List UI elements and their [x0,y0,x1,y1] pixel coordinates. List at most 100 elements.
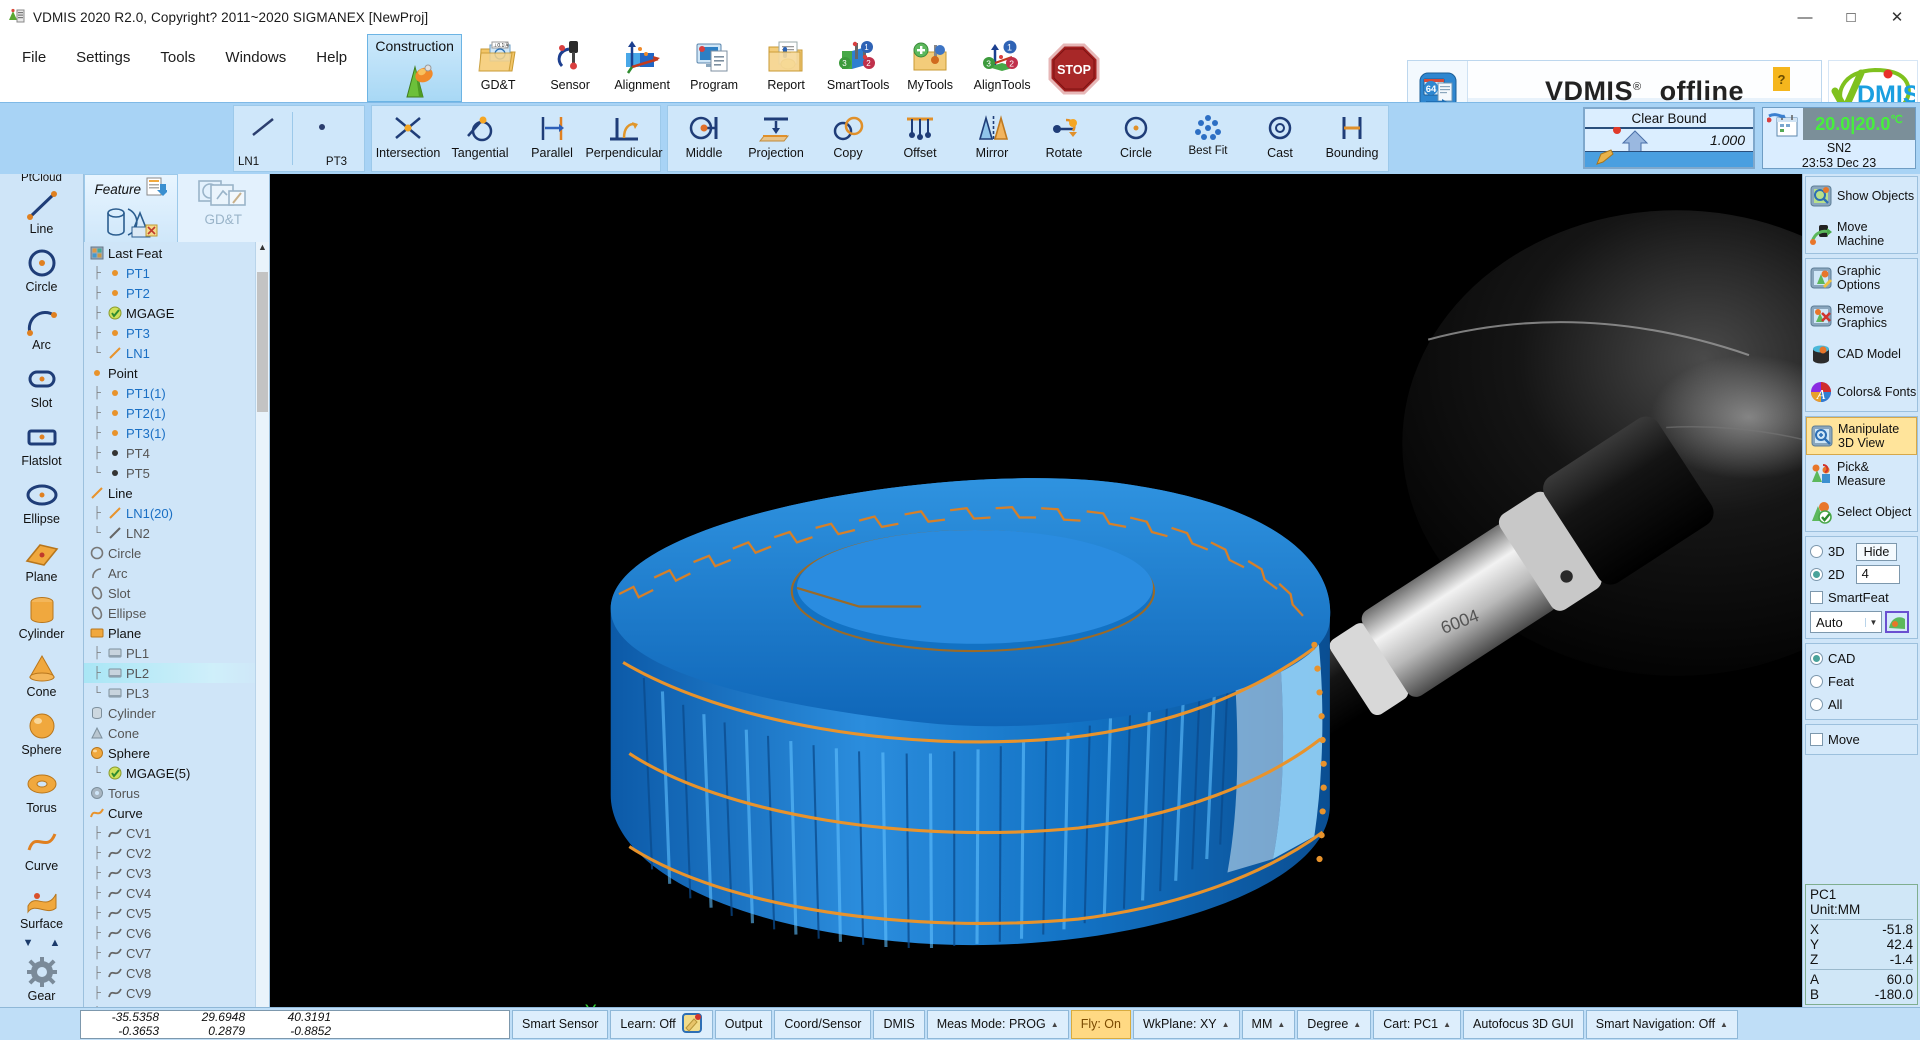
tool-rotate[interactable]: Rotate [1028,106,1100,171]
statusbar-item[interactable]: WkPlane: XY ▲ [1132,1009,1240,1039]
tree-node[interactable]: ├ CV6 [84,923,269,943]
tree-node[interactable]: ├ PT1(1) [84,383,269,403]
graphic-options-button[interactable]: Graphic Options [1806,259,1917,297]
statusbar-item[interactable]: Smart Sensor [512,1009,609,1039]
ribbon-mytools[interactable]: MyTools [894,34,966,102]
strip-scroll-up[interactable]: ▲ [50,937,61,949]
mode-2d-radio[interactable] [1810,568,1823,581]
tree-node[interactable]: Curve [84,803,269,823]
caret-up-icon[interactable]: ▲ [1051,1020,1059,1029]
menu-windows[interactable]: Windows [213,45,298,70]
ribbon-aligntools[interactable]: 1 2 3 AlignTools [966,34,1038,102]
viewport-3d[interactable]: 6004 [270,174,1802,1007]
filter-cad-radio[interactable] [1810,652,1823,665]
tree-node[interactable]: Arc [84,563,269,583]
strip-arc[interactable]: Arc [0,299,83,357]
statusbar-item[interactable]: Smart Navigation: Off ▲ [1585,1009,1738,1039]
tree-node[interactable]: Slot [84,583,269,603]
clear-bound-slider[interactable] [1585,149,1753,167]
strip-curve[interactable]: Curve [0,819,83,877]
statusbar-item[interactable]: Meas Mode: PROG ▲ [926,1009,1069,1039]
tree-node[interactable]: Ellipse [84,603,269,623]
tree-scroll-up-arrow[interactable]: ▲ [256,242,269,256]
tree-node[interactable]: ├CV10 [84,1003,269,1008]
caret-up-icon[interactable]: ▲ [1443,1020,1451,1029]
preview-point-slot[interactable]: PT3 [293,106,351,171]
tree-node[interactable]: └ LN1 [84,343,269,363]
smartfeat-checkbox[interactable] [1810,591,1823,604]
statusbar-item[interactable]: Degree ▲ [1297,1009,1372,1039]
pick-arrow-icon[interactable] [1885,611,1909,633]
tab-gdt[interactable]: GD&T [177,174,269,242]
tree-node[interactable]: ├ LN1(20) [84,503,269,523]
move-checkbox[interactable] [1810,733,1823,746]
move-machine-button[interactable]: Move Machine [1806,215,1917,253]
tree-node[interactable]: Torus [84,783,269,803]
tool-perpendicular[interactable]: Perpendicular [585,106,663,171]
clear-bound-widget[interactable]: Clear Bound 1.000 [1583,107,1755,169]
pick-measure-button[interactable]: Pick& Measure [1806,455,1917,493]
maximize-button[interactable]: □ [1828,0,1874,34]
move-row[interactable]: Move [1810,728,1913,751]
tree-node[interactable]: ├ CV2 [84,843,269,863]
statusbar-item[interactable]: Fly: On [1070,1009,1131,1039]
preview-line-slot[interactable]: LN1 [234,106,292,171]
statusbar-item[interactable]: MM ▲ [1241,1009,1296,1039]
strip-torus[interactable]: Torus [0,762,83,820]
cad-model-button[interactable]: CAD Model [1806,335,1917,373]
strip-slot[interactable]: Slot [0,357,83,415]
tree-node[interactable]: ├ CV5 [84,903,269,923]
tool-mirror[interactable]: Mirror [956,106,1028,171]
statusbar-item[interactable]: Autofocus 3D GUI [1463,1009,1584,1039]
tree-node[interactable]: ├ PT2(1) [84,403,269,423]
caret-up-icon[interactable]: ▲ [1353,1020,1361,1029]
mode-3d-radio[interactable] [1810,545,1823,558]
tree-node[interactable]: Plane [84,623,269,643]
ribbon-smarttools[interactable]: 1 2 3 SmartTools [822,34,894,102]
remove-graphics-button[interactable]: Remove Graphics [1806,297,1917,335]
tool-bestfit[interactable]: Best Fit [1172,106,1244,171]
tree-node[interactable]: ├ CV7 [84,943,269,963]
menu-settings[interactable]: Settings [64,45,142,70]
tree-scrollbar[interactable]: ▲ [255,242,269,1007]
tool-circle[interactable]: Circle [1100,106,1172,171]
manipulate-3d-view-button[interactable]: Manipulate 3D View [1806,417,1917,455]
filter-cad-row[interactable]: CAD [1810,647,1913,670]
tree-node[interactable]: ├ CV3 [84,863,269,883]
colors-fonts-button[interactable]: A Colors& Fonts [1806,373,1917,411]
minimize-button[interactable]: — [1782,0,1828,34]
tree-node[interactable]: ├ MGAGE [84,303,269,323]
tree-node[interactable]: Circle [84,543,269,563]
tree-node[interactable]: ├ PT4 [84,443,269,463]
tree-node[interactable]: ├ CV9 [84,983,269,1003]
statusbar-item[interactable]: Output [714,1009,773,1039]
close-button[interactable]: ✕ [1874,0,1920,34]
strip-flatslot[interactable]: Flatslot [0,414,83,472]
tool-bounding[interactable]: Bounding [1316,106,1388,171]
tree-node[interactable]: └ MGAGE(5) [84,763,269,783]
tab-feature[interactable]: Feature [84,174,178,242]
ribbon-program[interactable]: Program [678,34,750,102]
tool-tangential[interactable]: Tangential [444,106,516,171]
tree-node[interactable]: Cone [84,723,269,743]
caret-up-icon[interactable]: ▲ [1222,1020,1230,1029]
menu-tools[interactable]: Tools [148,45,207,70]
ribbon-sensor[interactable]: Sensor [534,34,606,102]
tool-middle[interactable]: Middle [668,106,740,171]
tree-node[interactable]: Cylinder [84,703,269,723]
tree-node[interactable]: ├ CV8 [84,963,269,983]
tree-node[interactable]: Sphere [84,743,269,763]
tool-offset[interactable]: Offset [884,106,956,171]
ribbon-report[interactable]: Report [750,34,822,102]
ribbon-construction[interactable]: Construction [367,34,463,102]
filter-all-row[interactable]: All [1810,693,1913,716]
show-objects-button[interactable]: Show Objects [1806,177,1917,215]
mode-2d-value[interactable]: 4 [1855,565,1900,584]
tree-node[interactable]: ├ CV1 [84,823,269,843]
strip-scroll-down[interactable]: ▼ [23,937,34,949]
filter-feat-radio[interactable] [1810,675,1823,688]
ptcloud-label[interactable]: PtCloud [21,174,62,184]
tree-node[interactable]: Point [84,363,269,383]
ribbon-alignment[interactable]: Alignment [606,34,678,102]
tree-node[interactable]: └ PL3 [84,683,269,703]
